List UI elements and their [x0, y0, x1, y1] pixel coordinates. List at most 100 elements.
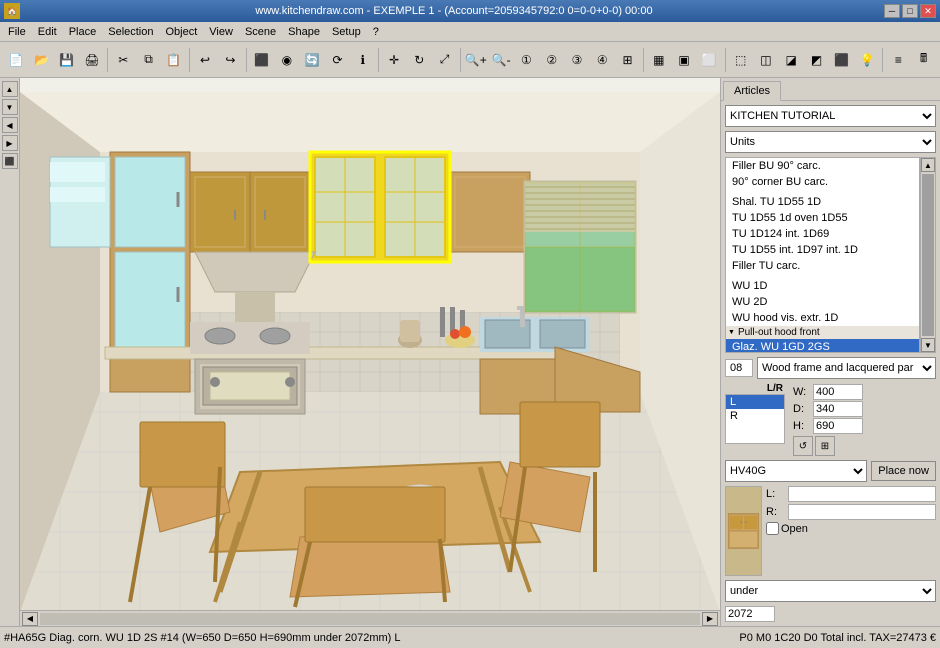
tb-view2[interactable]: ▣	[672, 47, 696, 73]
tb-zoom-1[interactable]: ①	[514, 47, 538, 73]
open-checkbox[interactable]	[766, 522, 779, 535]
menu-item-selection[interactable]: Selection	[102, 24, 159, 40]
hscroll-left[interactable]: ◀	[22, 612, 38, 626]
list-item[interactable]: TU 1D55 int. 1D97 int. 1D	[726, 242, 919, 258]
dim-icon-2[interactable]: ⊞	[815, 436, 835, 456]
list-item[interactable]: Filler TU carc.	[726, 258, 919, 274]
dim-w-input[interactable]	[813, 384, 863, 400]
sep4	[378, 48, 379, 72]
sep8	[882, 48, 883, 72]
units-dropdown[interactable]: Units	[725, 131, 936, 153]
menu-item-setup[interactable]: Setup	[326, 24, 367, 40]
tb-c3[interactable]: ◪	[779, 47, 803, 73]
menu-item-object[interactable]: Object	[160, 24, 204, 40]
dim-icon-1[interactable]: ↺	[793, 436, 813, 456]
tb-copy[interactable]: ⧉	[136, 47, 160, 73]
lr-fields-section: L: R: Open	[766, 486, 936, 576]
tb-c2[interactable]: ◫	[754, 47, 778, 73]
menubar: FileEditPlaceSelectionObjectViewSceneSha…	[0, 22, 940, 42]
dim-d-input[interactable]	[813, 401, 863, 417]
close-button[interactable]: ✕	[920, 4, 936, 18]
dim-h-input[interactable]	[813, 418, 863, 434]
variant-row: HV40G Place now	[725, 460, 936, 482]
tb-print[interactable]: 🖨	[80, 47, 104, 73]
tb-undo[interactable]: ↩	[193, 47, 217, 73]
tb-c6[interactable]: 💡	[855, 47, 879, 73]
tb-zoom-out[interactable]: 🔍-	[489, 47, 513, 73]
ls-btn-5[interactable]: ⬛	[2, 153, 18, 169]
under-value-input[interactable]	[725, 606, 775, 622]
title-text: www.kitchendraw.com - EXEMPLE 1 - (Accou…	[24, 5, 884, 17]
tab-articles[interactable]: Articles	[723, 81, 781, 101]
place-now-button[interactable]: Place now	[871, 461, 936, 481]
list-item[interactable]: 90° corner BU carc.	[726, 174, 919, 190]
list-item[interactable]: Glaz. WU 1GD 2GS	[726, 339, 919, 353]
tb-zoom-fit[interactable]: ⊞	[615, 47, 639, 73]
tb-zoom-3[interactable]: ③	[565, 47, 589, 73]
field-r-input[interactable]	[788, 504, 936, 520]
ls-btn-2[interactable]: ▼	[2, 99, 18, 115]
ls-btn-1[interactable]: ▲	[2, 81, 18, 97]
hscroll-track[interactable]	[40, 613, 700, 625]
hscroll-right[interactable]: ▶	[702, 612, 718, 626]
ls-btn-4[interactable]: ▶	[2, 135, 18, 151]
lr-item-R[interactable]: R	[726, 409, 784, 423]
menu-item-scene[interactable]: Scene	[239, 24, 282, 40]
list-item[interactable]: Filler BU 90° carc.	[726, 158, 919, 174]
list-item[interactable]: TU 1D124 int. 1D69	[726, 226, 919, 242]
tb-list[interactable]: ≡	[886, 47, 910, 73]
tb-zoom-in[interactable]: 🔍+	[464, 47, 488, 73]
menu-item-shape[interactable]: Shape	[282, 24, 326, 40]
scroll-thumb[interactable]	[922, 174, 934, 336]
lr-header-label: L/R	[725, 383, 785, 394]
tb-info[interactable]: ℹ	[351, 47, 375, 73]
menu-item-place[interactable]: Place	[63, 24, 103, 40]
list-item[interactable]: WU 2D	[726, 294, 919, 310]
variant-dropdown[interactable]: HV40G	[725, 460, 867, 482]
list-item[interactable]: Shal. TU 1D55 1D	[726, 194, 919, 210]
articles-list: Filler BU 90° carc.90° corner BU carc. Sh…	[725, 157, 920, 353]
field-l-input[interactable]	[788, 486, 936, 502]
kitchen-tutorial-dropdown[interactable]: KITCHEN TUTORIAL	[725, 105, 936, 127]
field-l-label: L:	[766, 488, 786, 500]
tb-b1[interactable]: ⬛	[249, 47, 273, 73]
scroll-up-btn[interactable]: ▲	[921, 158, 935, 172]
list-section-header[interactable]: Pull-out hood front	[726, 326, 919, 339]
tb-c5[interactable]: ⬛	[830, 47, 854, 73]
list-item[interactable]: WU 1D	[726, 278, 919, 294]
under-dropdown[interactable]: under	[725, 580, 936, 602]
tb-b3[interactable]: 🔄	[300, 47, 324, 73]
tb-move[interactable]: ✛	[382, 47, 406, 73]
list-item[interactable]: WU hood vis. extr. 1D	[726, 310, 919, 326]
maximize-button[interactable]: □	[902, 4, 918, 18]
tb-new[interactable]: 📄	[4, 47, 28, 73]
menu-item-?[interactable]: ?	[367, 24, 385, 40]
minimize-button[interactable]: ─	[884, 4, 900, 18]
tb-view3[interactable]: ⬜	[697, 47, 721, 73]
tb-b2[interactable]: ◉	[275, 47, 299, 73]
tb-redo[interactable]: ↪	[218, 47, 242, 73]
tb-view1[interactable]: ▦	[647, 47, 671, 73]
tb-b4[interactable]: ⟳	[325, 47, 349, 73]
tb-save[interactable]: 💾	[55, 47, 79, 73]
tb-rotate[interactable]: ↻	[407, 47, 431, 73]
tb-c4[interactable]: ◩	[804, 47, 828, 73]
tb-zoom-4[interactable]: ④	[590, 47, 614, 73]
tb-zoom-2[interactable]: ②	[540, 47, 564, 73]
ls-btn-3[interactable]: ◀	[2, 117, 18, 133]
model-desc-dropdown[interactable]: Wood frame and lacquered par	[757, 357, 936, 379]
menu-item-file[interactable]: File	[2, 24, 32, 40]
scroll-down-btn[interactable]: ▼	[921, 338, 935, 352]
tb-open[interactable]: 📂	[29, 47, 53, 73]
tb-cut[interactable]: ✂	[111, 47, 135, 73]
list-item[interactable]: TU 1D55 1d oven 1D55	[726, 210, 919, 226]
tb-calc[interactable]: 🖩	[911, 47, 935, 73]
menu-item-view[interactable]: View	[203, 24, 239, 40]
menu-item-edit[interactable]: Edit	[32, 24, 63, 40]
lr-item-L[interactable]: L	[726, 395, 784, 409]
tb-paste[interactable]: 📋	[162, 47, 186, 73]
tb-c1[interactable]: ⬚	[728, 47, 752, 73]
tb-b5[interactable]: ⤢	[432, 47, 456, 73]
model-code-input[interactable]	[725, 359, 753, 377]
articles-list-container: Filler BU 90° carc.90° corner BU carc. Sh…	[725, 157, 936, 353]
